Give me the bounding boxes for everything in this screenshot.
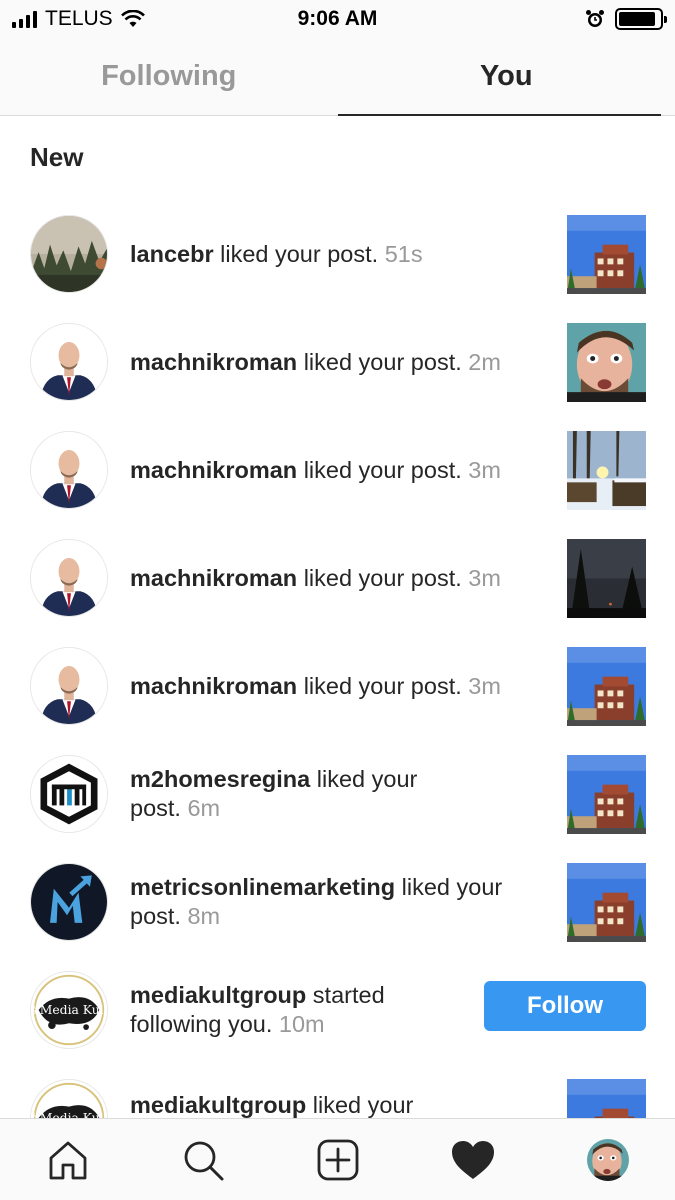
action-text: liked your post. [297, 348, 462, 375]
notification-row[interactable]: #Media Kult mediakultgroup liked your [0, 1064, 675, 1118]
username[interactable]: metricsonlinemarketing [130, 874, 395, 900]
notification-text: machnikroman liked your post. 3m [130, 632, 540, 740]
timestamp: 10m [272, 1011, 325, 1037]
username[interactable]: machnikroman [130, 673, 297, 699]
notification-text: mediakultgroup started following you. 10… [130, 956, 450, 1064]
metrics-logo-avatar[interactable] [30, 863, 108, 941]
notification-list: lancebr liked your post. 51s machnikroma… [0, 200, 675, 1118]
notification-text: machnikroman liked your post. 3m [130, 416, 540, 524]
profile-avatar[interactable] [587, 1139, 629, 1181]
notification-text: machnikroman liked your post. 3m [130, 524, 540, 632]
nav-add[interactable] [270, 1119, 405, 1200]
nav-home[interactable] [0, 1119, 135, 1200]
building-thumbnail[interactable] [567, 755, 646, 834]
notification-text: lancebr liked your post. 51s [130, 200, 540, 308]
bottom-nav [0, 1118, 675, 1200]
action-text: liked your post. [297, 672, 462, 699]
notification-row[interactable]: machnikroman liked your post. 3m [0, 524, 675, 632]
nav-profile[interactable] [540, 1119, 675, 1200]
username[interactable]: mediakultgroup [130, 1092, 306, 1118]
notification-text: machnikroman liked your post. 2m [130, 308, 540, 416]
man-in-suit-avatar[interactable] [30, 323, 108, 401]
building-thumbnail[interactable] [567, 215, 646, 294]
building-thumbnail[interactable] [567, 1079, 646, 1118]
building-thumbnail[interactable] [567, 863, 646, 942]
activity-tabs: Following You [0, 38, 675, 116]
notification-row[interactable]: m2homesregina liked your post. 6m [0, 740, 675, 848]
home-icon[interactable] [46, 1138, 90, 1182]
username[interactable]: mediakultgroup [130, 982, 306, 1008]
action-text: liked your [306, 1092, 414, 1118]
username[interactable]: machnikroman [130, 565, 297, 591]
face-selfie-thumbnail[interactable] [567, 323, 646, 402]
action-text: liked your post. [297, 564, 462, 591]
timestamp: 8m [180, 903, 221, 929]
follow-button[interactable]: Follow [484, 981, 646, 1031]
snowy-deck-thumbnail[interactable] [567, 431, 646, 510]
notification-row[interactable]: metricsonlinemarketing liked your post. … [0, 848, 675, 956]
nav-activity[interactable] [405, 1119, 540, 1200]
clock: 9:06 AM [297, 7, 378, 30]
man-in-suit-avatar[interactable] [30, 431, 108, 509]
notification-row[interactable]: machnikroman liked your post. 3m [0, 416, 675, 524]
night-trees-thumbnail[interactable] [567, 539, 646, 618]
mediakult-logo-text: #Media Kult [31, 1111, 107, 1118]
battery-fill [619, 12, 655, 26]
timestamp: 2m [461, 348, 501, 375]
tab-you[interactable]: You [338, 38, 675, 115]
m2-logo-avatar[interactable] [30, 755, 108, 833]
forest-avatar[interactable] [30, 215, 108, 293]
username[interactable]: machnikroman [130, 349, 297, 375]
tab-following[interactable]: Following [0, 38, 338, 115]
man-in-suit-avatar[interactable] [30, 539, 108, 617]
section-title: New [30, 142, 84, 172]
action-text: liked your post. [297, 456, 462, 483]
search-icon[interactable] [181, 1138, 225, 1182]
nav-search[interactable] [135, 1119, 270, 1200]
notification-row[interactable]: #Media Kult mediakultgroup started follo… [0, 956, 675, 1064]
timestamp: 3m [461, 564, 501, 591]
timestamp: 3m [461, 456, 501, 483]
mediakult-logo-avatar[interactable]: #Media Kult [30, 1079, 108, 1118]
username[interactable]: m2homesregina [130, 766, 310, 792]
man-in-suit-avatar[interactable] [30, 647, 108, 725]
timestamp: 6m [180, 795, 221, 821]
mediakult-logo-avatar[interactable]: #Media Kult [30, 971, 108, 1049]
mediakult-logo-text: #Media Kult [31, 1003, 107, 1017]
notification-text: m2homesregina liked your post. 6m [130, 740, 460, 848]
notification-row[interactable]: machnikroman liked your post. 3m [0, 632, 675, 740]
active-tab-indicator [338, 114, 661, 116]
action-text: liked your post. [213, 240, 379, 267]
username[interactable]: machnikroman [130, 457, 297, 483]
battery-icon [615, 8, 667, 30]
add-post-icon[interactable] [316, 1138, 360, 1182]
status-bar: TELUS 9:06 AM [0, 0, 675, 38]
notification-text: metricsonlinemarketing liked your post. … [130, 848, 540, 956]
notification-row[interactable]: lancebr liked your post. 51s [0, 200, 675, 308]
timestamp: 3m [461, 672, 501, 699]
notification-row[interactable]: machnikroman liked your post. 2m [0, 308, 675, 416]
timestamp: 51s [378, 240, 423, 267]
username[interactable]: lancebr [130, 241, 214, 267]
notification-text: mediakultgroup liked your [130, 1064, 460, 1118]
status-right [585, 8, 667, 30]
alarm-icon [586, 10, 604, 27]
building-thumbnail[interactable] [567, 647, 646, 726]
heart-icon[interactable] [450, 1139, 496, 1181]
